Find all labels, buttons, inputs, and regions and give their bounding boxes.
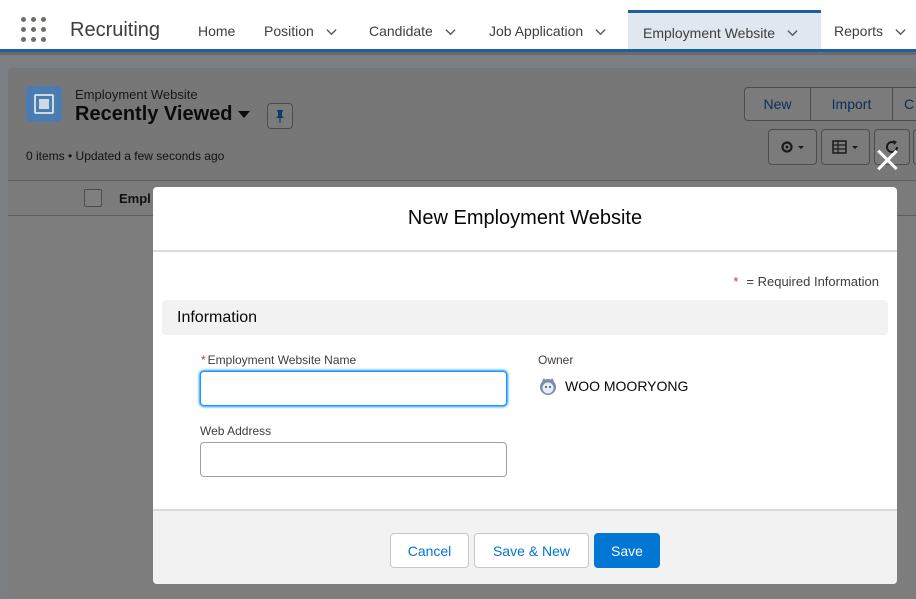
modal-title: New Employment Website [407, 207, 643, 229]
object-label: Employment Website [75, 87, 198, 102]
employment-website-object-icon [26, 86, 62, 122]
owner-label: Owner [538, 353, 574, 367]
close-modal-icon[interactable] [875, 148, 899, 172]
nav-item-label: Job Application [489, 23, 584, 39]
new-button[interactable]: New [744, 87, 811, 121]
modal-header: New Employment Website [153, 187, 897, 252]
list-action-buttons: New Import C [744, 87, 916, 121]
nav-item-label: Candidate [369, 23, 433, 39]
nav-item-home[interactable]: Home [198, 10, 235, 52]
owner-field: WOO MOORYONG [538, 376, 688, 396]
field-label-text: Employment Website Name [207, 353, 357, 367]
nav-item-label: Home [198, 23, 236, 39]
nav-item-job-application[interactable]: Job Application [489, 10, 606, 52]
nav-item-label: Employment Website [643, 24, 776, 41]
employment-website-name-label: * Employment Website Name [201, 353, 356, 367]
chevron-down-icon[interactable] [445, 26, 456, 37]
nav-item-position[interactable]: Position [264, 10, 337, 52]
chevron-down-icon[interactable] [787, 27, 798, 38]
web-address-input[interactable] [200, 442, 507, 477]
web-address-label: Web Address [200, 424, 272, 438]
list-view-switcher-caret-icon[interactable] [238, 111, 250, 118]
column-header-name[interactable]: Empl [119, 191, 151, 206]
required-information-text: = Required Information [746, 274, 879, 289]
required-asterisk: * [201, 353, 206, 367]
import-button[interactable]: Import [811, 87, 893, 121]
employment-website-name-input[interactable] [200, 371, 507, 406]
required-asterisk: * [733, 274, 739, 289]
display-as-button[interactable] [821, 129, 870, 165]
chevron-down-icon[interactable] [326, 26, 337, 37]
chevron-down-icon[interactable] [895, 26, 906, 37]
section-header-information[interactable]: Information [162, 300, 888, 335]
section-title: Information [177, 308, 258, 326]
nav-item-employment-website[interactable]: Employment Website [628, 10, 821, 52]
chevron-down-icon[interactable] [595, 26, 606, 37]
save-button[interactable]: Save [594, 533, 660, 568]
required-information-note: * = Required Information [733, 274, 879, 289]
owner-name-link[interactable]: WOO MOORYONG [565, 378, 688, 394]
nav-item-reports[interactable]: Reports [834, 10, 906, 52]
nav-item-label: Reports [834, 23, 884, 39]
nav-item-label: Position [264, 23, 314, 39]
pin-list-button[interactable] [267, 103, 293, 129]
more-actions-button[interactable]: C [893, 87, 916, 121]
app-name: Recruiting [70, 19, 161, 41]
modal-footer: Cancel Save & New Save [153, 509, 897, 584]
new-record-modal: New Employment Website * = Required Infor… [153, 187, 897, 584]
select-all-checkbox[interactable] [84, 189, 102, 207]
list-view-title[interactable]: Recently Viewed [75, 103, 232, 126]
app-launcher-icon[interactable] [21, 17, 46, 42]
table-view-icon [831, 140, 858, 154]
user-avatar-icon [540, 378, 556, 395]
nav-item-candidate[interactable]: Candidate [369, 10, 456, 52]
pin-icon [276, 110, 284, 123]
global-nav-bar: Recruiting Home Position Candidate Job A… [0, 0, 916, 52]
list-view-meta: 0 items • Updated a few seconds ago [26, 149, 225, 163]
cancel-button[interactable]: Cancel [390, 533, 469, 568]
settings-gear-icon [780, 141, 804, 153]
list-settings-button[interactable] [768, 129, 817, 165]
save-and-new-button[interactable]: Save & New [474, 533, 589, 568]
